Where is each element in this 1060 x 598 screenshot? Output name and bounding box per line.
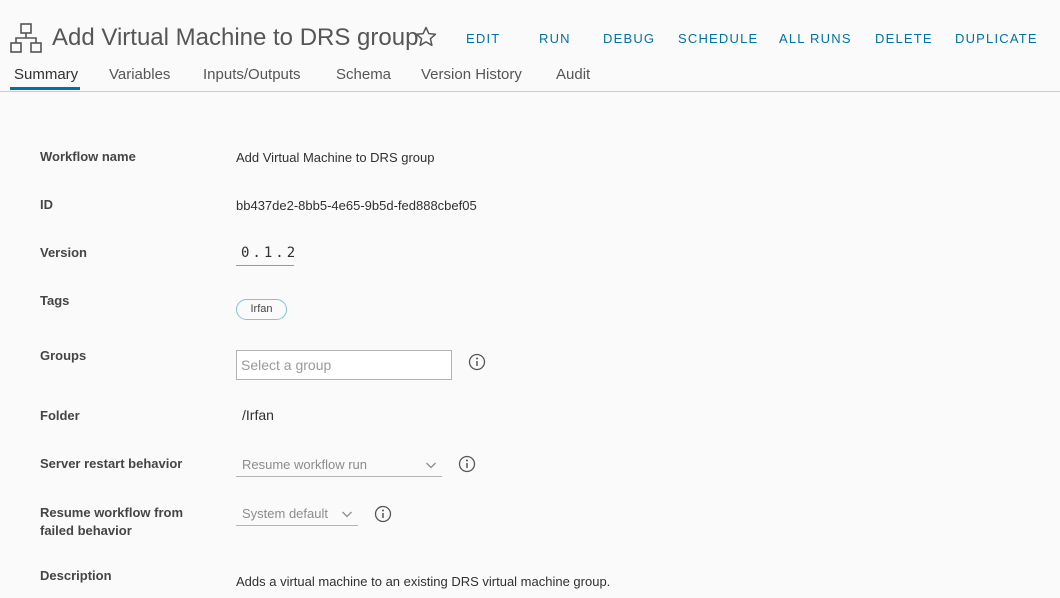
tab-audit[interactable]: Audit	[556, 66, 590, 92]
server-restart-label: Server restart behavior	[40, 456, 183, 471]
resume-failed-label-line1: Resume workflow from	[40, 505, 184, 520]
active-tab-indicator	[10, 87, 80, 90]
info-icon[interactable]	[458, 455, 476, 473]
description-label: Description	[40, 568, 112, 583]
resume-failed-label-line2: failed behavior	[40, 523, 132, 538]
all-runs-button[interactable]: ALL RUNS	[779, 31, 852, 46]
tab-variables[interactable]: Variables	[109, 66, 170, 92]
tab-version-history[interactable]: Version History	[421, 66, 522, 92]
chevron-down-icon	[342, 511, 352, 518]
workflow-name-label: Workflow name	[40, 149, 136, 164]
info-icon[interactable]	[468, 353, 486, 371]
resume-failed-value: System default	[242, 506, 328, 521]
tab-bar: Summary Variables Inputs/Outputs Schema …	[0, 62, 1060, 92]
server-restart-select[interactable]: Resume workflow run	[236, 453, 442, 477]
run-button[interactable]: RUN	[539, 31, 571, 46]
schedule-button[interactable]: SCHEDULE	[678, 31, 758, 46]
duplicate-button[interactable]: DUPLICATE	[955, 31, 1038, 46]
folder-label: Folder	[40, 408, 80, 423]
page-header: Add Virtual Machine to DRS group EDIT RU…	[0, 0, 1060, 92]
tab-schema[interactable]: Schema	[336, 66, 391, 92]
chevron-down-icon	[426, 462, 436, 469]
version-value: 0.1.2	[236, 243, 295, 266]
version-label: Version	[40, 245, 87, 260]
workflow-name-value: Add Virtual Machine to DRS group	[236, 150, 435, 165]
edit-button[interactable]: EDIT	[466, 31, 500, 46]
delete-button[interactable]: DELETE	[875, 31, 933, 46]
folder-value: /Irfan	[242, 407, 274, 423]
resume-failed-label: Resume workflow from failed behavior	[40, 504, 183, 540]
description-value: Adds a virtual machine to an existing DR…	[236, 574, 611, 589]
server-restart-value: Resume workflow run	[242, 457, 367, 472]
info-icon[interactable]	[374, 505, 392, 523]
resume-failed-select[interactable]: System default	[236, 502, 358, 526]
tab-inputs-outputs[interactable]: Inputs/Outputs	[203, 66, 301, 92]
tag-pill: Irfan	[236, 299, 287, 320]
groups-label: Groups	[40, 348, 87, 363]
group-select-input[interactable]	[236, 350, 452, 380]
debug-button[interactable]: DEBUG	[603, 31, 655, 46]
tags-label: Tags	[40, 293, 70, 308]
id-value: bb437de2-8bb5-4e65-9b5d-fed888cbef05	[236, 198, 477, 213]
id-label: ID	[40, 197, 53, 212]
action-bar: EDIT RUN DEBUG SCHEDULE ALL RUNS DELETE …	[0, 31, 1060, 49]
